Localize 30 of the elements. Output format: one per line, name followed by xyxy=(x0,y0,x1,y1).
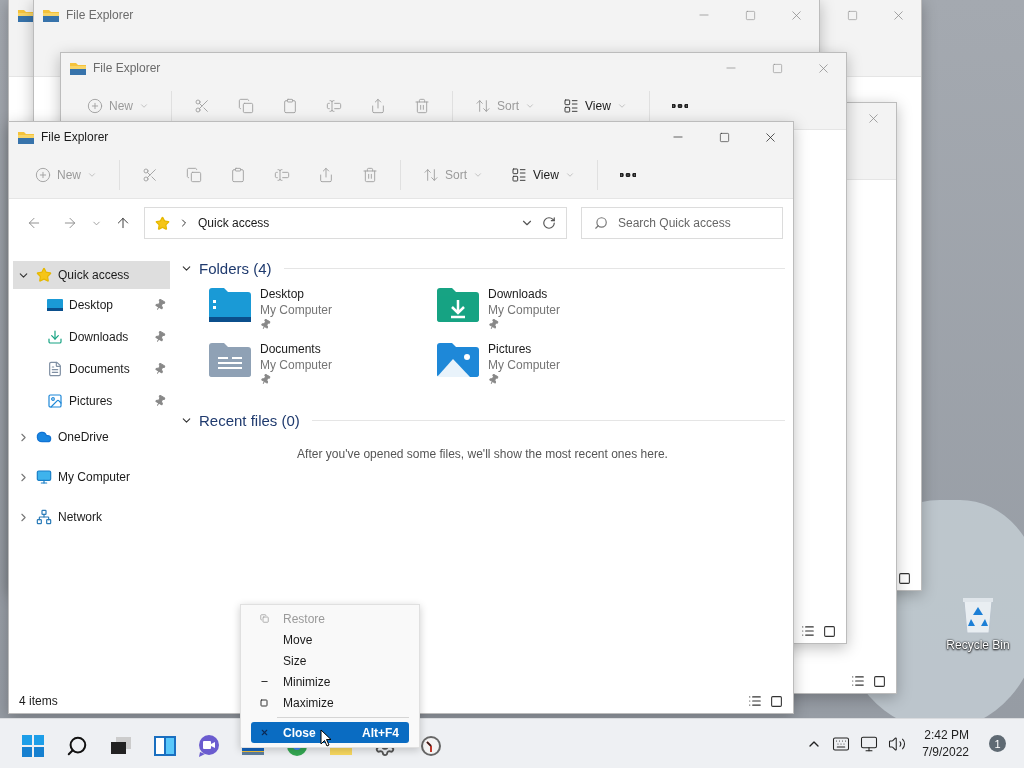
search-field[interactable]: Search Quick access xyxy=(581,207,783,239)
folder-tile[interactable]: Downloads My Computer xyxy=(436,287,664,330)
clock[interactable]: 2:42 PM 7/9/2022 xyxy=(922,726,969,761)
section-heading[interactable]: Folders (4) xyxy=(199,259,272,277)
view-button[interactable]: View xyxy=(551,90,639,122)
window-title: File Explorer xyxy=(41,130,109,144)
menu-item[interactable]: Close Alt+F4 xyxy=(251,722,409,743)
sidebar-item[interactable]: Pictures xyxy=(13,385,170,417)
sidebar-item[interactable]: My Computer xyxy=(13,457,170,497)
menu-item[interactable]: Size xyxy=(251,650,409,671)
folder-tile[interactable]: Pictures My Computer xyxy=(436,342,664,385)
menu-item[interactable]: Move xyxy=(251,629,409,650)
window-title: File Explorer xyxy=(66,8,134,22)
folder-tile[interactable]: Documents My Computer xyxy=(208,342,436,385)
folder-tile[interactable]: Desktop My Computer xyxy=(208,287,436,330)
window-title: File Explorer xyxy=(93,61,161,75)
empty-message: After you've opened some files, we'll show the most recent ones here. xyxy=(296,447,669,461)
item-count: 4 items xyxy=(19,694,58,708)
sidebar-item[interactable]: Desktop xyxy=(13,289,170,321)
sidebar-item[interactable]: OneDrive xyxy=(13,417,170,457)
view-button[interactable]: View xyxy=(499,159,587,191)
address-bar[interactable]: Quick access xyxy=(144,207,567,239)
sidebar-item[interactable]: Downloads xyxy=(13,321,170,353)
notification-badge[interactable]: 1 xyxy=(989,735,1006,752)
sidebar-item[interactable]: Network xyxy=(13,497,170,537)
menu-item[interactable]: Minimize xyxy=(251,671,409,692)
menu-item[interactable]: Maximize xyxy=(251,692,409,713)
sidebar-item[interactable]: Quick access xyxy=(13,261,170,289)
section-heading[interactable]: Recent files (0) xyxy=(199,411,300,429)
sidebar-item[interactable]: Documents xyxy=(13,353,170,385)
